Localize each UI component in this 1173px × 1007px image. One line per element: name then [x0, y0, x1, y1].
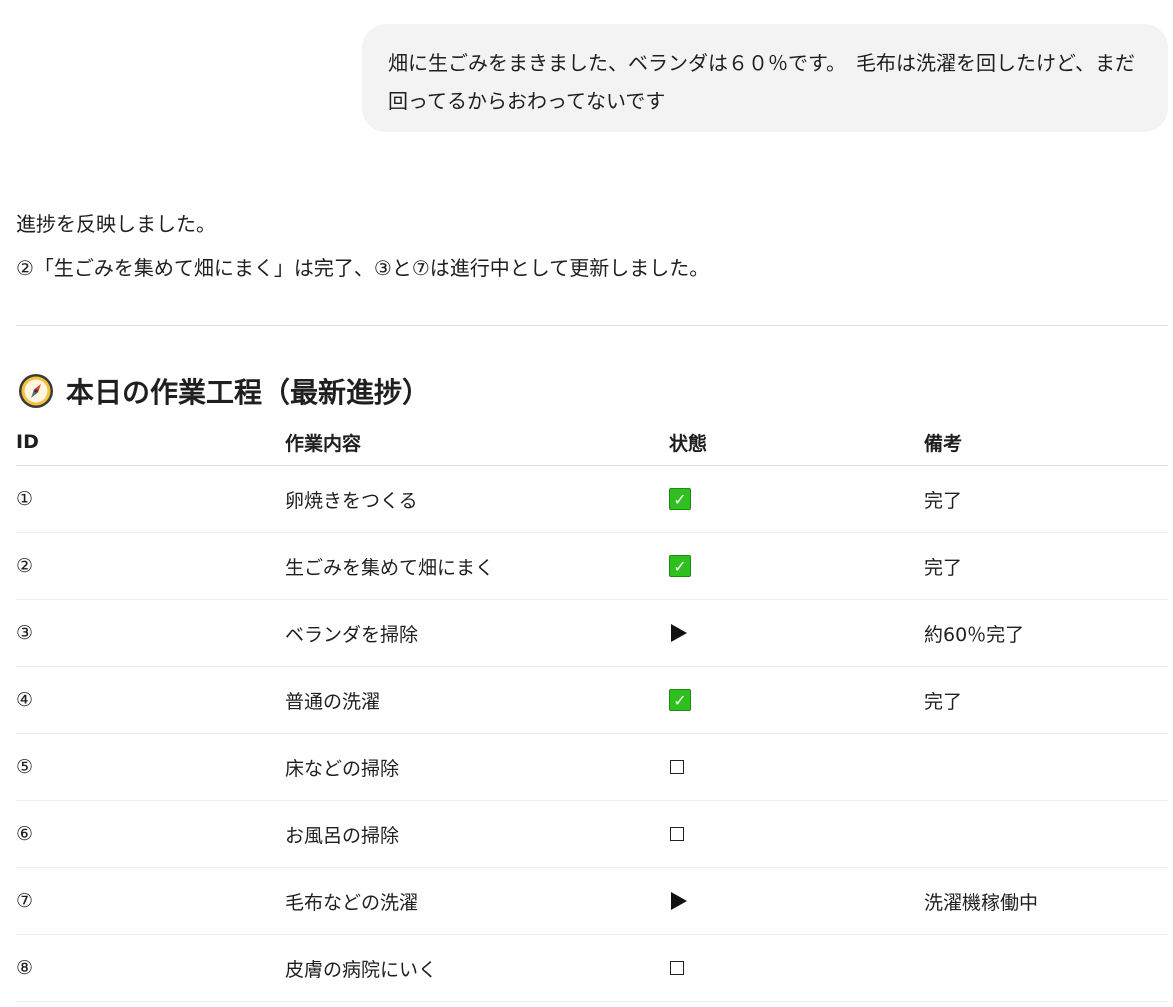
section-heading: 本日の作業工程（最新進捗）	[18, 368, 430, 414]
table-header: ID 作業内容 状態 備考	[16, 420, 1168, 466]
row-task: 床などの掃除	[285, 757, 400, 780]
row-id: ⑤	[16, 756, 34, 778]
user-message-bubble: 畑に生ごみをまきました、ベランダは６０％です。 毛布は洗濯を回したけど、まだ 回…	[362, 24, 1168, 132]
row-task: 普通の洗濯	[285, 690, 381, 713]
divider	[16, 325, 1168, 326]
assistant-message: 進捗を反映しました。 ②「生ごみを集めて畑にまく」は完了、③と⑦は進行中として更…	[16, 202, 1166, 290]
row-id: ②	[16, 555, 34, 577]
row-id: ③	[16, 622, 34, 644]
empty-box-icon	[670, 961, 684, 975]
check-mark-icon: ✓	[669, 488, 691, 510]
table-row: ② 生ごみを集めて畑にまく ✓ 完了	[16, 533, 1168, 600]
row-note: 約60％完了	[924, 623, 1025, 646]
row-id: ⑧	[16, 957, 34, 979]
row-status: ✓	[669, 533, 691, 599]
play-icon	[671, 624, 687, 642]
empty-box-icon	[670, 760, 684, 774]
row-status	[669, 734, 684, 800]
row-note: 完了	[924, 489, 963, 512]
play-icon	[671, 892, 687, 910]
assistant-message-line-2: ②「生ごみを集めて畑にまく」は完了、③と⑦は進行中として更新しました。	[16, 256, 710, 280]
table-row: ⑥ お風呂の掃除	[16, 801, 1168, 868]
table-row: ④ 普通の洗濯 ✓ 完了	[16, 667, 1168, 734]
table-row: ⑤ 床などの掃除	[16, 734, 1168, 801]
header-note: 備考	[924, 432, 963, 455]
row-id: ④	[16, 689, 34, 711]
row-status	[669, 801, 684, 867]
check-mark-icon: ✓	[669, 689, 691, 711]
row-status	[669, 868, 687, 934]
assistant-message-line-1: 進捗を反映しました。	[16, 212, 216, 236]
row-id: ①	[16, 488, 34, 510]
section-title: 本日の作業工程（最新進捗）	[66, 376, 431, 409]
task-table: ID 作業内容 状態 備考 ① 卵焼きをつくる ✓ 完了 ② 生ごみを集めて畑に…	[16, 420, 1168, 1002]
header-task: 作業内容	[285, 432, 362, 455]
compass-icon	[19, 374, 53, 408]
row-task: 卵焼きをつくる	[285, 489, 418, 512]
table-row: ⑦ 毛布などの洗濯 洗濯機稼働中	[16, 868, 1168, 935]
empty-box-icon	[670, 827, 684, 841]
table-row: ① 卵焼きをつくる ✓ 完了	[16, 466, 1168, 533]
table-row: ⑧ 皮膚の病院にいく	[16, 935, 1168, 1002]
row-task: 生ごみを集めて畑にまく	[285, 556, 495, 579]
row-id: ⑥	[16, 823, 34, 845]
user-message-line-2: 回ってるからおわってないです	[388, 89, 666, 113]
row-note: 完了	[924, 556, 963, 579]
row-task: ベランダを掃除	[285, 623, 419, 646]
row-status: ✓	[669, 667, 691, 733]
row-status: ✓	[669, 466, 691, 532]
row-note: 完了	[924, 690, 963, 713]
header-status: 状態	[669, 432, 708, 455]
user-message-line-1: 畑に生ごみをまきました、ベランダは６０％です。 毛布は洗濯を回したけど、まだ	[388, 51, 1135, 75]
row-note: 洗濯機稼働中	[924, 891, 1039, 914]
row-id: ⑦	[16, 890, 34, 912]
header-id: ID	[16, 431, 39, 453]
check-mark-icon: ✓	[669, 555, 691, 577]
row-task: 毛布などの洗濯	[285, 891, 419, 914]
row-status	[669, 935, 684, 1001]
row-task: 皮膚の病院にいく	[285, 958, 438, 981]
table-row: ③ ベランダを掃除 約60％完了	[16, 600, 1168, 667]
row-task: お風呂の掃除	[285, 824, 400, 847]
row-status	[669, 600, 687, 666]
